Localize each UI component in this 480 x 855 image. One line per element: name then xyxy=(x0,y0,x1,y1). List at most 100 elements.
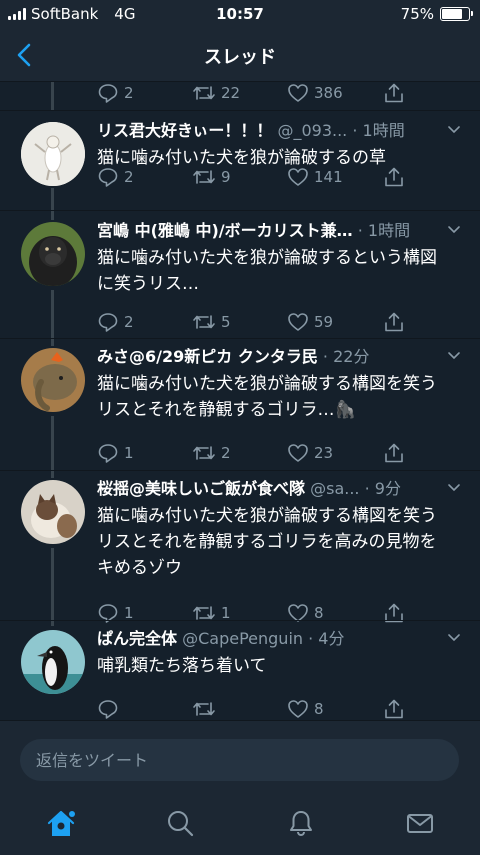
tweet-text: 猫に噛み付いた犬を狼が論破する構図を笑うリスとそれを静観するゴリラを高みの見物を… xyxy=(97,506,437,578)
thread-line xyxy=(51,82,54,110)
like-button[interactable]: 8 xyxy=(287,698,324,720)
nav-header: スレッド xyxy=(0,30,480,82)
retweet-icon xyxy=(193,86,215,100)
tab-home[interactable] xyxy=(45,808,75,838)
retweet-icon xyxy=(193,702,215,716)
avatar[interactable] xyxy=(21,122,85,186)
share-button[interactable] xyxy=(383,82,405,104)
like-count: 23 xyxy=(314,444,334,462)
like-button[interactable]: 386 xyxy=(287,82,343,104)
like-count: 386 xyxy=(314,84,343,102)
tweet[interactable]: みさ@6/29新ピカ クンタラ民 · 22分 猫に噛み付いた犬を狼が論破する構図… xyxy=(0,346,480,476)
gorilla-avatar-image xyxy=(21,222,85,286)
display-name[interactable]: ぱん完全体 xyxy=(97,629,177,648)
penguin-avatar-image xyxy=(21,630,85,694)
reply-button[interactable]: 2 xyxy=(97,82,134,104)
share-button[interactable] xyxy=(383,311,405,333)
retweet-count: 9 xyxy=(221,168,231,186)
share-button[interactable] xyxy=(383,698,405,720)
share-icon xyxy=(385,443,403,463)
tweet-header: リス君大好きぃー！！！ @_093... · 1時間 xyxy=(97,120,440,142)
chevron-down-icon[interactable] xyxy=(446,348,462,364)
avatar[interactable] xyxy=(21,630,85,694)
retweet-icon xyxy=(193,315,215,329)
display-name[interactable]: 桜揺@美味しいご飯が食べ隊 xyxy=(97,479,305,498)
display-name[interactable]: みさ@6/29新ピカ クンタラ民 xyxy=(97,347,318,366)
reply-icon xyxy=(98,313,118,332)
tweet-header: 桜揺@美味しいご飯が食べ隊 @sa... · 9分 xyxy=(97,478,440,500)
thread-feed[interactable]: 2 22 386 リス君大好きぃー！！！ @_093... · 1時間 猫に噛み… xyxy=(0,82,480,720)
chevron-down-icon[interactable] xyxy=(446,222,462,238)
like-button[interactable]: 23 xyxy=(287,442,333,464)
retweet-button[interactable]: 22 xyxy=(192,82,240,104)
divider xyxy=(0,110,480,111)
share-icon xyxy=(385,83,403,103)
user-handle[interactable]: @sa... xyxy=(310,479,359,498)
display-name[interactable]: 宮嶋 中(雅嶋 中)/ボーカリスト兼… xyxy=(97,221,353,240)
divider xyxy=(0,470,480,471)
tweet-header: 宮嶋 中(雅嶋 中)/ボーカリスト兼… · 1時間 xyxy=(97,220,440,242)
reply-count: 2 xyxy=(124,84,134,102)
chevron-down-icon[interactable] xyxy=(446,480,462,496)
avatar[interactable] xyxy=(21,222,85,286)
retweet-count: 22 xyxy=(221,84,241,102)
tweet[interactable]: 宮嶋 中(雅嶋 中)/ボーカリスト兼… · 1時間 猫に噛み付いた犬を狼が論破す… xyxy=(0,220,480,346)
tweet[interactable]: 桜揺@美味しいご飯が食べ隊 @sa... · 9分 猫に噛み付いた犬を狼が論破す… xyxy=(0,478,480,626)
retweet-button[interactable] xyxy=(192,698,221,720)
battery-fill xyxy=(442,9,462,19)
reply-button[interactable]: 2 xyxy=(97,166,134,188)
status-right: 75% xyxy=(401,5,473,23)
reply-button[interactable]: 1 xyxy=(97,442,134,464)
like-button[interactable]: 59 xyxy=(287,311,333,333)
share-button[interactable] xyxy=(383,166,405,188)
divider xyxy=(0,338,480,339)
retweet-count: 5 xyxy=(221,313,231,331)
retweet-button[interactable]: 2 xyxy=(192,442,231,464)
home-icon xyxy=(47,810,75,836)
retweet-button[interactable]: 9 xyxy=(192,166,231,188)
heart-icon xyxy=(288,313,308,331)
reply-bar xyxy=(0,720,480,798)
tweet-time: · 4分 xyxy=(308,629,345,648)
tweet-time: · 22分 xyxy=(322,347,370,366)
share-icon xyxy=(385,167,403,187)
reply-icon xyxy=(98,84,118,103)
retweet-count: 2 xyxy=(221,444,231,462)
user-handle[interactable]: @_093... xyxy=(277,121,347,140)
cat-avatar-image xyxy=(21,480,85,544)
tweet-text: 猫に噛み付いた犬を狼が論破する構図を笑うリスとそれを静観するゴリラ…🦍 xyxy=(97,374,437,420)
reply-icon xyxy=(98,700,118,719)
chevron-down-icon[interactable] xyxy=(446,122,462,138)
squirrel-avatar-image xyxy=(21,122,85,186)
like-button[interactable]: 141 xyxy=(287,166,343,188)
like-count: 8 xyxy=(314,700,324,718)
retweet-button[interactable]: 5 xyxy=(192,311,231,333)
display-name[interactable]: リス君大好きぃー！！！ xyxy=(97,121,272,140)
tweet-actions: 2 5 59 xyxy=(97,311,457,333)
tweet-time: · 9分 xyxy=(364,479,401,498)
tab-search[interactable] xyxy=(165,808,195,838)
avatar[interactable] xyxy=(21,348,85,412)
like-count: 141 xyxy=(314,168,343,186)
like-count: 59 xyxy=(314,313,334,331)
share-button[interactable] xyxy=(383,442,405,464)
reply-count: 1 xyxy=(124,444,134,462)
reply-button[interactable]: 2 xyxy=(97,311,134,333)
tweet-time: · 1時間 xyxy=(357,221,411,240)
elephant-avatar-image xyxy=(21,348,85,412)
reply-button[interactable] xyxy=(97,698,124,720)
tab-messages[interactable] xyxy=(405,808,435,838)
retweet-icon xyxy=(193,170,215,184)
user-handle[interactable]: @CapePenguin xyxy=(182,629,303,648)
tweet-actions: 8 xyxy=(97,698,457,720)
retweet-icon xyxy=(193,446,215,460)
avatar[interactable] xyxy=(21,480,85,544)
tab-notifications[interactable] xyxy=(286,808,316,838)
heart-icon xyxy=(288,168,308,186)
chevron-down-icon[interactable] xyxy=(446,630,462,646)
tweet-time: · 1時間 xyxy=(352,121,405,140)
tweet[interactable]: ぱん完全体 @CapePenguin · 4分 哺乳類たち落ち着いて 8 xyxy=(0,628,480,720)
share-icon xyxy=(385,312,403,332)
status-bar: SoftBank 4G 10:57 75% xyxy=(0,0,480,30)
reply-input[interactable] xyxy=(20,739,459,781)
